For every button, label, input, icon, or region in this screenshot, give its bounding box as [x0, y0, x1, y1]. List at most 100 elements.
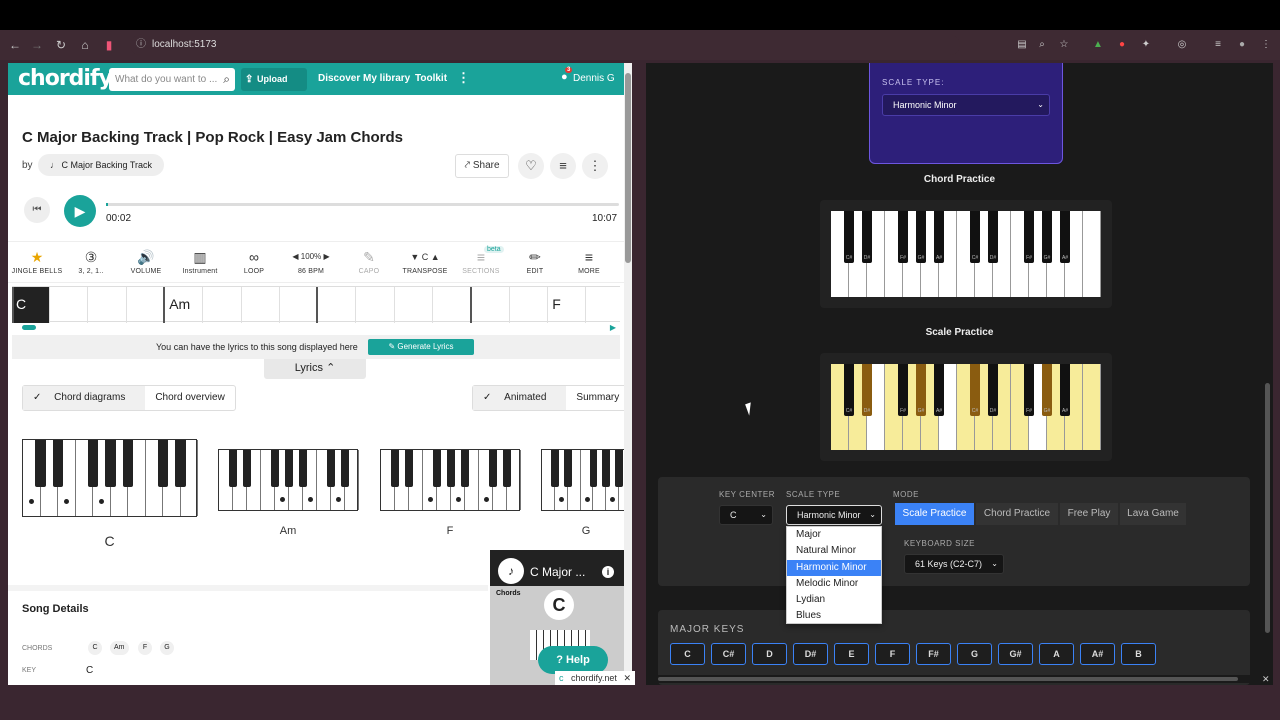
timeline-scroll-thumb[interactable]: [22, 325, 36, 330]
chord-cell[interactable]: [395, 287, 433, 323]
black-key[interactable]: F#: [1024, 211, 1034, 263]
right-scrollbar[interactable]: [1262, 63, 1273, 685]
upload-song-button[interactable]: ⇪ Upload song: [241, 68, 307, 107]
avatar-icon[interactable]: ●: [1234, 37, 1250, 53]
chord-cell[interactable]: [357, 287, 395, 323]
tool-transpose[interactable]: ▼ C ▲ TRANSPOSE: [397, 242, 453, 284]
scroll-right-icon[interactable]: ▶: [610, 323, 616, 332]
tool-sections[interactable]: ≡ SECTIONS beta: [454, 242, 508, 284]
chord-diagrams-tab[interactable]: ✓ Chord diagrams: [23, 386, 146, 410]
left-scroll-thumb[interactable]: [625, 73, 631, 263]
previous-icon[interactable]: ⏮: [24, 197, 50, 223]
tool-volume[interactable]: 🔊 VOLUME: [119, 242, 173, 284]
mode-lava-game[interactable]: Lava Game: [1120, 503, 1186, 525]
zoom-icon[interactable]: ⌕: [1034, 37, 1050, 53]
adblock-icon[interactable]: ●: [1114, 37, 1130, 53]
tool-capo[interactable]: ✎ CAPO: [342, 242, 396, 284]
artist-chip[interactable]: ♩ C Major Backing Track: [38, 154, 165, 176]
timeline-scrollbar[interactable]: ▶: [12, 323, 616, 332]
chord-cell[interactable]: [472, 287, 510, 323]
black-key[interactable]: G#: [1042, 211, 1052, 263]
chord-cell[interactable]: [280, 287, 319, 323]
black-key[interactable]: A#: [934, 364, 944, 416]
close-icon[interactable]: ✕: [623, 671, 631, 685]
chord-cell[interactable]: Am: [165, 287, 204, 323]
chord-cell[interactable]: [433, 287, 472, 323]
black-key[interactable]: D#: [988, 364, 998, 416]
black-key[interactable]: F#: [898, 211, 908, 263]
nav-my-library[interactable]: My library: [363, 73, 410, 84]
major-key-button[interactable]: C#: [711, 643, 746, 665]
black-key[interactable]: A#: [1060, 364, 1070, 416]
black-key[interactable]: D#: [862, 211, 872, 263]
play-button[interactable]: ▶: [64, 195, 96, 227]
black-key[interactable]: F#: [898, 364, 908, 416]
major-key-button[interactable]: B: [1121, 643, 1156, 665]
black-key[interactable]: G#: [916, 364, 926, 416]
chord-chip[interactable]: Am: [110, 641, 129, 655]
major-key-button[interactable]: F: [875, 643, 910, 665]
black-key[interactable]: D#: [862, 364, 872, 416]
white-key[interactable]: [1083, 211, 1101, 297]
black-key[interactable]: D#: [988, 211, 998, 263]
chord-cell[interactable]: [89, 287, 127, 323]
chord-chip[interactable]: G: [160, 641, 174, 655]
major-key-button[interactable]: A: [1039, 643, 1074, 665]
tool-edit[interactable]: ✏ EDIT: [508, 242, 562, 284]
lyrics-toggle[interactable]: Lyrics ⌃: [264, 359, 366, 379]
horizontal-scrollbar[interactable]: [646, 675, 1262, 683]
scale-type-select[interactable]: Harmonic Minor ⌄: [786, 505, 882, 525]
chord-overview-tab[interactable]: Chord overview: [145, 386, 234, 410]
reload-icon[interactable]: ↻: [54, 38, 68, 52]
option-lydian[interactable]: Lydian: [787, 592, 881, 608]
home-icon[interactable]: ⌂: [78, 38, 92, 52]
user-name[interactable]: Dennis G: [573, 73, 615, 84]
chord-practice-keyboard[interactable]: C# D# F# G# A# C# D# F# G# A#: [831, 211, 1101, 297]
drive-extension-icon[interactable]: ▲: [1090, 37, 1106, 53]
close-panel-icon[interactable]: ✕: [1262, 674, 1270, 685]
chord-cell[interactable]: C: [12, 287, 50, 323]
black-key[interactable]: F#: [1024, 364, 1034, 416]
chord-diagram-keyboard[interactable]: [541, 449, 632, 511]
major-key-button[interactable]: G: [957, 643, 992, 665]
menu-dots-icon[interactable]: ⋮: [1258, 37, 1274, 53]
search-input[interactable]: What do you want to ... ⌕: [109, 68, 235, 91]
url-bar[interactable]: ⓘ localhost:5173: [130, 35, 960, 55]
major-key-button[interactable]: C: [670, 643, 705, 665]
profile-sync-icon[interactable]: ◎: [1174, 37, 1190, 53]
left-scrollbar[interactable]: [624, 63, 632, 685]
chord-timeline[interactable]: C Am F: [12, 286, 620, 323]
black-key[interactable]: G#: [916, 211, 926, 263]
search-icon[interactable]: ⌕: [223, 72, 230, 87]
sidebar-icon[interactable]: ▮: [102, 38, 116, 52]
more-dots-icon[interactable]: ⋮: [457, 70, 470, 86]
favorite-heart-icon[interactable]: ♡: [518, 153, 544, 179]
major-key-button[interactable]: A#: [1080, 643, 1115, 665]
generate-lyrics-button[interactable]: ✎ Generate Lyrics: [368, 339, 474, 355]
chordify-logo[interactable]: chordify: [18, 66, 113, 91]
nav-toolkit[interactable]: Toolkit: [415, 73, 447, 84]
mode-chord-practice[interactable]: Chord Practice: [976, 503, 1058, 525]
mode-scale-practice[interactable]: Scale Practice: [895, 503, 974, 525]
nav-discover[interactable]: Discover: [318, 73, 360, 84]
tool-loop[interactable]: ∞ LOOP: [227, 242, 281, 284]
info-icon[interactable]: i: [602, 566, 614, 578]
tool-countdown[interactable]: ③ 3, 2, 1..: [64, 242, 118, 284]
add-to-playlist-icon[interactable]: ≡: [550, 153, 576, 179]
right-scroll-thumb[interactable]: [1265, 383, 1270, 633]
progress-bar[interactable]: [106, 203, 619, 206]
option-melodic-minor[interactable]: Melodic Minor: [787, 576, 881, 592]
major-key-button[interactable]: E: [834, 643, 869, 665]
chord-cell[interactable]: [242, 287, 280, 323]
chord-chip[interactable]: C: [88, 641, 102, 655]
chord-cell[interactable]: F: [548, 287, 587, 323]
chord-cell[interactable]: [510, 287, 548, 323]
bookmark-star-icon[interactable]: ☆: [1056, 37, 1072, 53]
tempo-control[interactable]: ◀ 100% ▶: [281, 246, 341, 268]
chord-chip[interactable]: F: [138, 641, 152, 655]
black-key[interactable]: C#: [970, 364, 980, 416]
media-icon[interactable]: ≡: [1210, 37, 1226, 53]
tool-tempo[interactable]: ◀ 100% ▶ 86 BPM: [281, 242, 341, 284]
site-info-icon[interactable]: ⓘ: [136, 35, 146, 55]
chord-cell[interactable]: [204, 287, 242, 323]
